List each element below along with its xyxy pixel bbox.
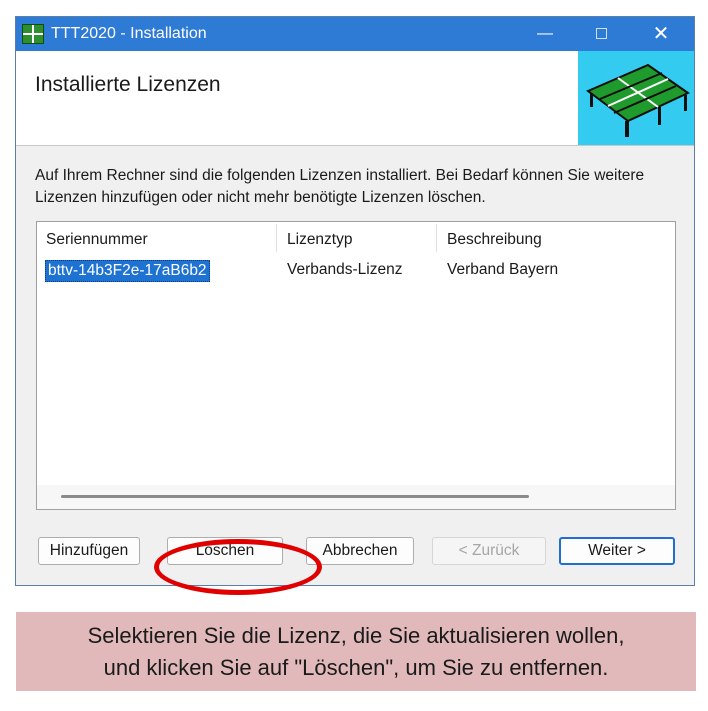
- highlight-ellipse: [154, 539, 322, 595]
- column-divider[interactable]: [436, 224, 437, 252]
- instruction-caption: Selektieren Sie die Lizenz, die Sie aktu…: [16, 612, 696, 691]
- title-bar[interactable]: TTT2020 - Installation — ✕: [16, 17, 694, 51]
- license-row[interactable]: bttv-14b3F2e-17aB6b2 Verbands-Lizenz Ver…: [37, 258, 675, 282]
- window-title: TTT2020 - Installation: [51, 25, 207, 42]
- scrollbar-thumb[interactable]: [61, 495, 529, 498]
- horizontal-scrollbar[interactable]: [37, 485, 675, 509]
- next-button[interactable]: Weiter >: [559, 537, 675, 565]
- column-header-serial[interactable]: Seriennummer: [46, 231, 148, 249]
- table-tennis-app-icon: [22, 24, 44, 44]
- list-header: Seriennummer Lizenztyp Beschreibung: [37, 222, 675, 254]
- caption-line-1: Selektieren Sie die Lizenz, die Sie aktu…: [87, 623, 625, 648]
- page-title: Installierte Lizenzen: [35, 73, 221, 96]
- caption-line-2: und klicken Sie auf "Löschen", um Sie zu…: [103, 655, 609, 680]
- license-serial-cell[interactable]: bttv-14b3F2e-17aB6b2: [45, 260, 210, 282]
- add-button[interactable]: Hinzufügen: [38, 537, 140, 565]
- header-graphic: [578, 51, 694, 145]
- close-button[interactable]: ✕: [638, 17, 684, 51]
- column-header-description[interactable]: Beschreibung: [447, 231, 542, 249]
- cancel-button[interactable]: Abbrechen: [306, 537, 414, 565]
- description-text: Auf Ihrem Rechner sind die folgenden Liz…: [35, 167, 645, 206]
- table-tennis-table-icon: [586, 63, 690, 137]
- column-divider[interactable]: [276, 224, 277, 252]
- maximize-button[interactable]: [578, 17, 624, 51]
- back-button[interactable]: < Zurück: [432, 537, 546, 565]
- installer-window: TTT2020 - Installation — ✕ Installierte …: [15, 16, 695, 595]
- maximize-icon: [595, 28, 607, 40]
- license-description-cell: Verband Bayern: [447, 261, 559, 278]
- license-list[interactable]: Seriennummer Lizenztyp Beschreibung bttv…: [36, 221, 676, 510]
- wizard-header: Installierte Lizenzen: [16, 51, 694, 146]
- column-header-type[interactable]: Lizenztyp: [287, 231, 352, 249]
- license-type-cell: Verbands-Lizenz: [287, 261, 403, 278]
- minimize-button[interactable]: —: [522, 17, 568, 51]
